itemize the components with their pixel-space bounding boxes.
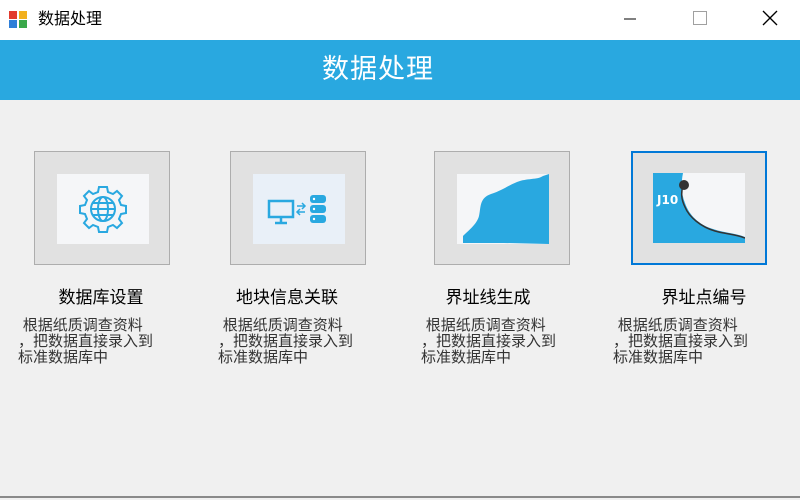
title-bar: 数据处理 (0, 0, 800, 40)
maximize-button[interactable] (676, 0, 724, 36)
tile-label: 数据库设置 (58, 288, 144, 308)
point-number-label: J10 (656, 193, 678, 207)
maximize-icon (693, 11, 707, 25)
close-icon (762, 10, 778, 26)
window-title: 数据处理 (38, 9, 103, 28)
tile-description: 根据纸质调查资料 ，把数据直接录入到 标准数据库中 (218, 316, 354, 366)
close-button[interactable] (746, 0, 794, 36)
tile-database-settings: 数据库设置 根据纸质调查资料 ，把数据直接录入到 标准数据库中 (0, 151, 200, 391)
globe-gear-icon (57, 174, 149, 244)
bottom-divider (0, 496, 800, 498)
computer-database-icon (253, 174, 345, 244)
tile-description: 根据纸质调查资料 ，把数据直接录入到 标准数据库中 (421, 316, 557, 366)
tile-label: 界址线生成 (445, 288, 531, 308)
tile-label: 地块信息关联 (236, 288, 338, 308)
boundary-line-icon (457, 174, 549, 244)
tile-parcel-info-link: 地块信息关联 根据纸质调查资料 ，把数据直接录入到 标准数据库中 (196, 151, 396, 391)
header-banner: 数据处理 (0, 40, 800, 100)
tile-boundary-point-number: J10 界址点编号 根据纸质调查资料 ，把数据直接录入到 标准数据库中 (596, 151, 796, 391)
boundary-point-icon: J10 (653, 173, 745, 243)
header-title: 数据处理 (322, 54, 434, 85)
tile-label: 界址点编号 (661, 288, 747, 308)
boundary-point-number-button[interactable]: J10 (631, 151, 767, 265)
tile-description: 根据纸质调查资料 ，把数据直接录入到 标准数据库中 (613, 316, 749, 366)
database-settings-button[interactable] (34, 151, 170, 265)
minimize-button[interactable] (606, 0, 654, 36)
tile-boundary-line-generate: 界址线生成 根据纸质调查资料 ，把数据直接录入到 标准数据库中 (400, 151, 600, 391)
parcel-info-link-button[interactable] (230, 151, 366, 265)
app-window-icon (9, 11, 27, 28)
minimize-icon (624, 18, 636, 20)
tile-description: 根据纸质调查资料 ，把数据直接录入到 标准数据库中 (18, 316, 154, 366)
boundary-line-generate-button[interactable] (434, 151, 570, 265)
